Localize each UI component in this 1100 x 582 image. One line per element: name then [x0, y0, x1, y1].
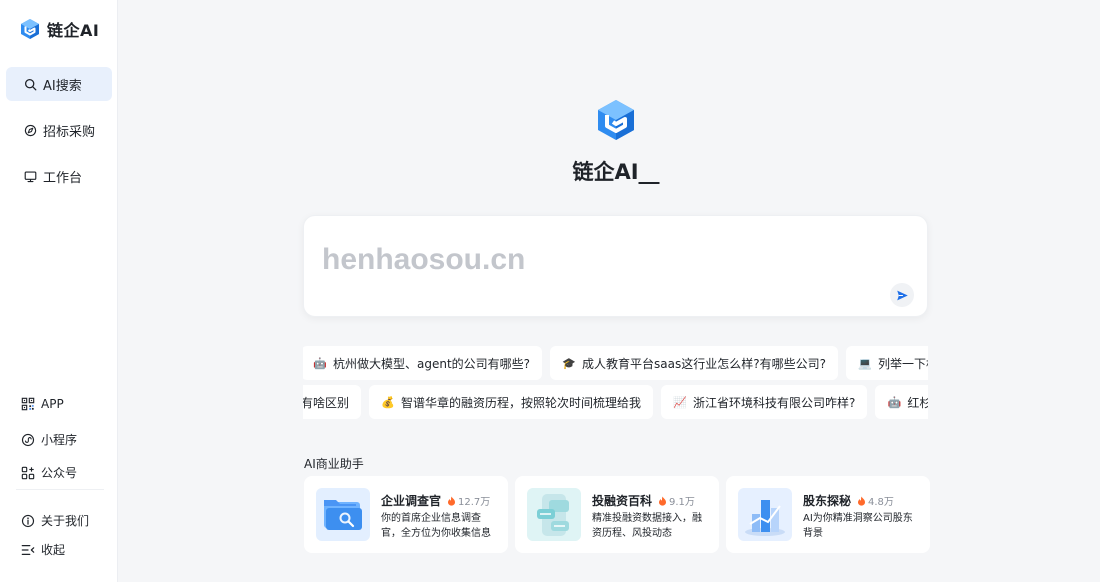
search-input[interactable]: [322, 238, 882, 282]
fire-icon: [448, 496, 455, 506]
collapse-menu-icon: [21, 544, 35, 555]
miniprogram-icon: [21, 433, 35, 446]
send-icon: [896, 290, 908, 300]
assistant-cards: 企业调查官 12.7万 你的首席企业信息调查官，全方位为你收集信息 投融资百科 …: [304, 476, 930, 553]
main-logo-icon: [598, 100, 634, 140]
about-us-label: 关于我们: [41, 514, 90, 528]
search-box: [303, 215, 928, 317]
apps-grid-icon: [21, 466, 35, 479]
heat-count: 9.1万: [669, 497, 695, 508]
suggestion-chip[interactable]: 🤖 杭州做大模型、agent的公司有哪些?: [303, 346, 543, 380]
card-heat: 4.8万: [857, 493, 894, 508]
card-description: 精准投融资数据接入，融资历程、风投动态: [592, 513, 702, 539]
suggestion-text: 杭州做大模型、agent的公司有哪些?: [333, 356, 531, 371]
suggestion-text: 列举一下杭州的互联网公司: [878, 356, 928, 371]
assistant-card-shareholder-explorer[interactable]: 股东探秘 4.8万 AI为你精准洞察公司股东背景: [726, 476, 930, 553]
sidebar-divider: [16, 489, 104, 490]
card-description: AI为你精准洞察公司股东背景: [803, 513, 913, 539]
card-title: 股东探秘: [803, 494, 852, 508]
assistant-card-company-investigator[interactable]: 企业调查官 12.7万 你的首席企业信息调查官，全方位为你收集信息: [304, 476, 508, 553]
search-icon: [24, 78, 37, 90]
sidebar-item-ai-search[interactable]: AI搜索: [6, 67, 112, 101]
chart-up-icon: 📈: [673, 395, 687, 409]
miniprogram-label: 小程序: [41, 433, 78, 447]
fire-icon: [659, 496, 666, 506]
folder-search-icon: [316, 488, 370, 541]
fire-icon: [858, 496, 865, 506]
bar-chart-3d-icon: [738, 488, 792, 541]
robot-icon: 🤖: [313, 356, 327, 370]
card-heat: 9.1万: [658, 493, 695, 508]
section-title: AI商业助手: [304, 457, 364, 471]
suggestion-chip[interactable]: 💰 智谱华章的融资历程，按照轮次时间梳理给我: [369, 385, 654, 419]
money-bag-icon: 💰: [381, 395, 395, 409]
suggestion-chip[interactable]: 💻 列举一下杭州的互联网公司: [846, 346, 928, 380]
suggestion-chip[interactable]: 有啥区别: [303, 385, 362, 419]
brand[interactable]: 链企AI: [19, 17, 99, 41]
app-download-link[interactable]: APP: [21, 397, 64, 411]
laptop-icon: 💻: [858, 356, 872, 370]
suggestion-text: 浙江省环境科技有限公司咋样?: [693, 395, 856, 410]
official-account-label: 公众号: [41, 466, 78, 480]
robot-icon: 🤖: [887, 395, 902, 409]
suggestion-chip[interactable]: 🤖 红杉中国投资了哪些公司: [875, 385, 928, 419]
collapse-label: 收起: [41, 543, 66, 557]
card-description: 你的首席企业信息调查官，全方位为你收集信息: [381, 513, 491, 539]
chat-bubbles-icon: [527, 488, 581, 541]
compass-icon: [24, 124, 37, 136]
assistant-card-investment-encyclopedia[interactable]: 投融资百科 9.1万 精准投融资数据接入，融资历程、风投动态: [515, 476, 719, 553]
monitor-icon: [24, 170, 37, 182]
qrcode-icon: [21, 397, 35, 411]
sidebar-item-label: 招标采购: [43, 124, 96, 140]
sidebar: 链企AI AI搜索 招标采购 工作台 APP 小程序 公众号 关于我们 收起: [0, 0, 118, 582]
suggestion-text: 智谱华章的融资历程，按照轮次时间梳理给我: [401, 395, 642, 410]
suggestion-row-1: 🤖 杭州做大模型、agent的公司有哪些? 🎓 成人教育平台saas这行业怎么样…: [303, 346, 928, 382]
official-account-link[interactable]: 公众号: [21, 464, 77, 481]
sidebar-item-workbench[interactable]: 工作台: [6, 159, 112, 193]
suggestion-text: 成人教育平台saas这行业怎么样?有哪些公司?: [582, 356, 826, 371]
brand-name: 链企AI: [47, 21, 100, 40]
suggestion-chip[interactable]: 🎓 成人教育平台saas这行业怎么样?有哪些公司?: [550, 346, 838, 380]
miniprogram-link[interactable]: 小程序: [21, 431, 77, 448]
send-button[interactable]: [890, 283, 914, 307]
brand-logo-icon: [21, 19, 39, 39]
suggestion-row-2: 有啥区别 💰 智谱华章的融资历程，按照轮次时间梳理给我 📈 浙江省环境科技有限公…: [303, 385, 928, 421]
card-title: 企业调查官: [381, 494, 442, 508]
suggestion-text: 有啥区别: [303, 395, 350, 410]
sidebar-item-tender[interactable]: 招标采购: [6, 113, 112, 147]
suggestion-text: 红杉中国投资了哪些公司: [907, 395, 928, 410]
sidebar-item-label: AI搜索: [43, 78, 82, 94]
card-title: 投融资百科: [592, 494, 653, 508]
page-title: 链企AI__: [572, 160, 660, 184]
info-icon: [21, 514, 35, 527]
sidebar-item-label: 工作台: [43, 170, 83, 186]
graduation-cap-icon: 🎓: [562, 356, 576, 370]
heat-count: 4.8万: [868, 497, 894, 508]
heat-count: 12.7万: [458, 497, 491, 508]
card-heat: 12.7万: [447, 493, 490, 508]
suggestion-chip[interactable]: 📈 浙江省环境科技有限公司咋样?: [661, 385, 868, 419]
about-us-link[interactable]: 关于我们: [21, 512, 89, 529]
collapse-sidebar-button[interactable]: 收起: [21, 541, 65, 558]
app-label: APP: [41, 397, 64, 411]
